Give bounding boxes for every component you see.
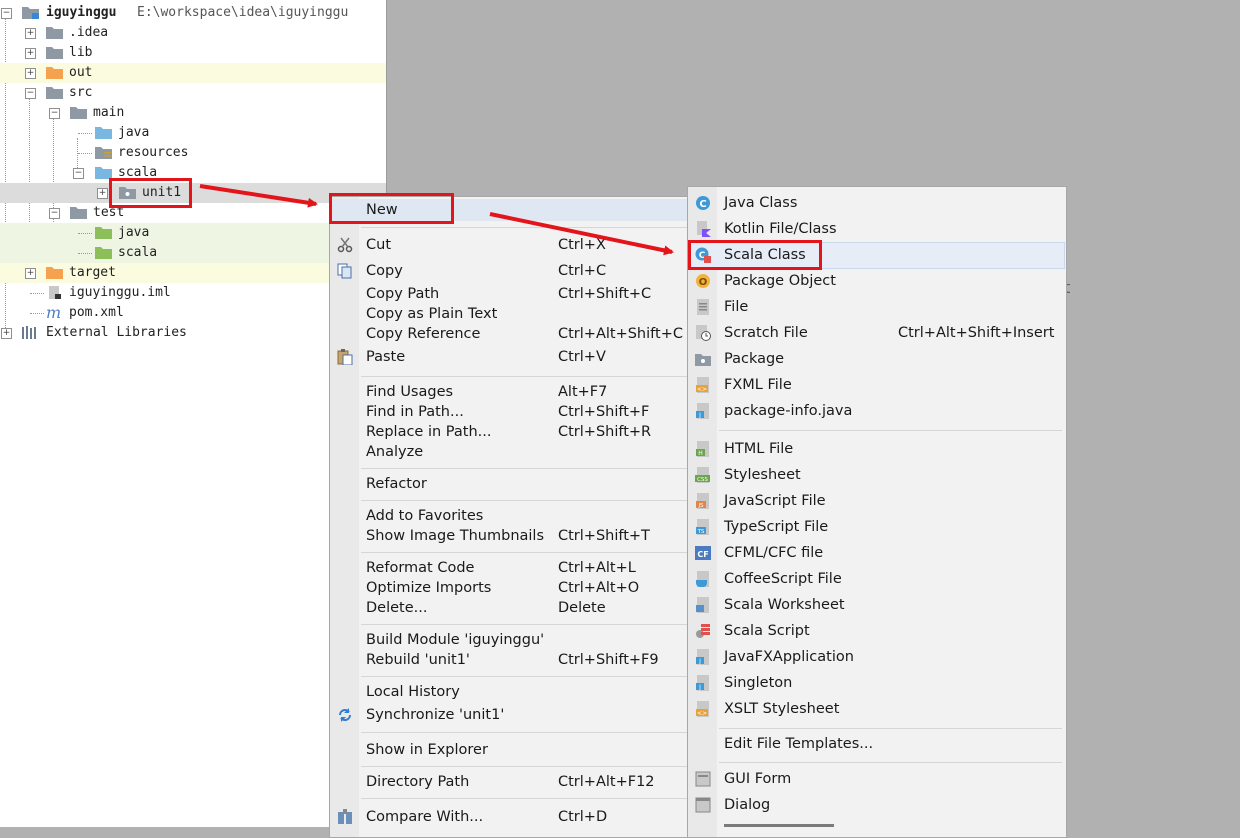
- arrow-to-scala-class: [489, 212, 674, 256]
- annotation-arrows: [199, 184, 674, 256]
- arrow-to-new: [199, 184, 318, 208]
